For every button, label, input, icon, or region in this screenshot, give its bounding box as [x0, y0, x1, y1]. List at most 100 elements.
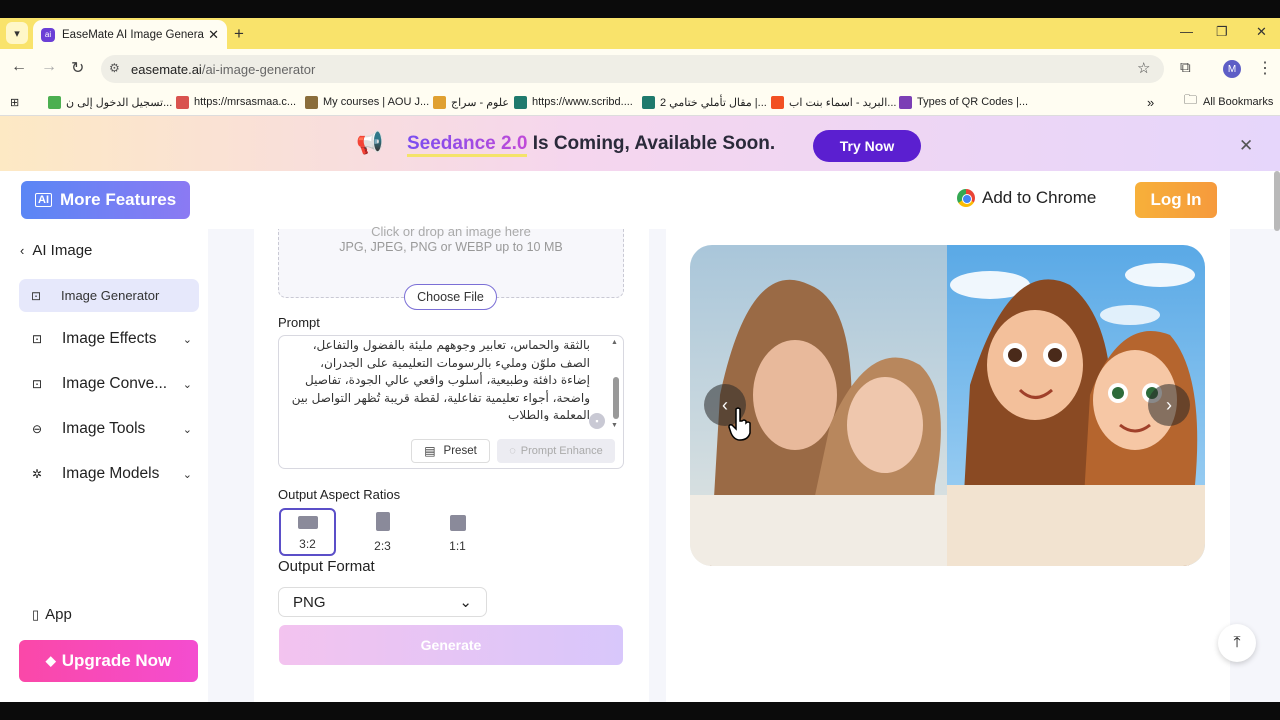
chevron-down-icon: ⌄: [459, 594, 472, 611]
document-icon: ▤: [424, 444, 436, 458]
bookmark-label: https://mrsasmaa.c...: [194, 96, 297, 108]
bookmark-favicon-icon: [642, 95, 655, 109]
promo-banner-text: Seedance 2.0 Is Coming, Available Soon.: [407, 133, 776, 157]
new-tab-button[interactable]: +: [234, 24, 244, 44]
aspect-ratio-option-2-3[interactable]: 2:3: [354, 508, 411, 556]
bookmark-label: مقال تأملي ختامي 2 |...: [660, 96, 767, 109]
output-format-value: PNG: [293, 593, 326, 611]
sidebar-back-ai-image[interactable]: ‹ AI Image: [20, 242, 92, 259]
page-scrollbar-thumb[interactable]: [1274, 171, 1280, 231]
prompt-enhance-button[interactable]: ◌ Prompt Enhance: [497, 439, 615, 463]
add-to-chrome-button[interactable]: Add to Chrome: [957, 188, 1096, 208]
sidebar-app-link[interactable]: ▯ App: [32, 606, 72, 623]
app-label: App: [45, 606, 72, 623]
folder-icon: 🗀: [1184, 92, 1198, 107]
bookmark-item[interactable]: My courses | AOU J...: [305, 92, 429, 112]
output-format-select[interactable]: PNG ⌄: [278, 587, 487, 617]
url-path: /ai-image-generator: [201, 61, 316, 77]
close-window-button[interactable]: ✕: [1256, 24, 1267, 40]
tab-search-dropdown-icon[interactable]: ▾: [6, 22, 28, 44]
bookmark-item[interactable]: https://www.scribd....: [514, 92, 633, 112]
image-converter-icon: ⊡: [32, 377, 43, 391]
aspect-ratio-value: 1:1: [449, 539, 466, 553]
generate-button[interactable]: Generate: [279, 625, 623, 665]
preset-button[interactable]: ▤ Preset: [411, 439, 490, 463]
bookmark-item[interactable]: مقال تأملي ختامي 2 |...: [642, 92, 767, 112]
try-now-button[interactable]: Try Now: [813, 130, 921, 162]
sidebar-back-label: AI Image: [32, 242, 93, 259]
chevron-down-icon: ⌄: [182, 468, 192, 481]
promo-message: Is Coming, Available Soon.: [527, 133, 776, 154]
ai-menu-icon: AI: [35, 193, 52, 207]
bookmark-item[interactable]: تسجيل الدخول إلى ن...: [48, 92, 172, 112]
before-after-example-image: [690, 245, 1205, 566]
forward-arrow-icon[interactable]: →: [41, 58, 57, 76]
chevron-left-icon: ‹: [20, 243, 25, 258]
site-info-icon[interactable]: ⚙: [109, 61, 120, 75]
profile-avatar[interactable]: M: [1223, 60, 1241, 78]
browser-tab-active[interactable]: ai EaseMate AI Image Generator: F ✕: [33, 20, 227, 49]
minimize-window-button[interactable]: —: [1180, 24, 1193, 39]
square-shape-icon: [449, 515, 466, 531]
apps-grid-icon[interactable]: ⊞: [10, 92, 19, 112]
loading-spinner-icon: ◌: [509, 445, 516, 457]
url-domain: easemate.ai: [131, 61, 202, 77]
aspect-ratio-option-3-2[interactable]: 3:2: [279, 508, 336, 556]
restore-window-button[interactable]: ❐: [1216, 24, 1228, 40]
aspect-ratio-value: 2:3: [374, 539, 391, 553]
bookmark-label: https://www.scribd....: [532, 96, 633, 108]
aspect-ratio-value: 3:2: [299, 537, 316, 551]
upgrade-now-button[interactable]: ◆ Upgrade Now: [19, 640, 198, 682]
drop-zone-title: Click or drop an image here: [371, 224, 531, 239]
bookmark-label: البريد - اسماء بنت اب...: [789, 96, 897, 109]
tab-close-icon[interactable]: ✕: [208, 27, 219, 43]
scroll-down-icon[interactable]: ▼: [611, 422, 618, 429]
carousel-next-button[interactable]: ›: [1148, 384, 1190, 426]
diamond-icon: ◆: [45, 653, 56, 668]
back-arrow-icon[interactable]: ←: [11, 58, 27, 76]
bookmark-item[interactable]: البريد - اسماء بنت اب...: [771, 92, 896, 112]
phone-icon: ▯: [32, 607, 40, 622]
megaphone-icon: 📢: [356, 130, 384, 155]
image-generator-icon: ⊡: [31, 288, 42, 303]
tab-title: EaseMate AI Image Generator: F: [62, 28, 204, 41]
bookmark-favicon-icon: [899, 95, 912, 109]
chevron-down-icon: ⌄: [182, 378, 192, 391]
choose-file-button[interactable]: Choose File: [404, 284, 497, 310]
upgrade-label: Upgrade Now: [61, 651, 172, 670]
prompt-label: Prompt: [278, 315, 320, 330]
sidebar-item-image-effects[interactable]: ⊡ Image Effects ⌄: [32, 330, 192, 348]
bookmark-favicon-icon: [48, 95, 61, 109]
bookmark-item[interactable]: https://mrsasmaa.c...: [176, 92, 296, 112]
aspect-ratio-option-1-1[interactable]: 1:1: [429, 508, 486, 556]
image-effects-icon: ⊡: [32, 332, 43, 346]
reload-icon[interactable]: ↻: [71, 58, 84, 78]
bookmark-item[interactable]: Types of QR Codes |...: [899, 92, 1028, 112]
bookmark-star-icon[interactable]: ☆: [1137, 59, 1150, 77]
scroll-to-top-button[interactable]: ⤒: [1218, 624, 1256, 662]
sidebar-item-image-converter[interactable]: ⊡ Image Conve... ⌄: [32, 375, 192, 393]
more-features-button[interactable]: AI More Features: [21, 181, 190, 219]
robot-icon[interactable]: ▪: [589, 413, 605, 429]
sidebar-item-label: Image Effects: [62, 330, 157, 347]
prompt-scrollbar-thumb[interactable]: [613, 377, 619, 419]
example-image-carousel: [690, 245, 1205, 566]
scroll-up-icon[interactable]: ▲: [611, 339, 618, 346]
sidebar-item-image-models[interactable]: ✲ Image Models ⌄: [32, 465, 192, 483]
all-bookmarks-label: All Bookmarks: [1203, 96, 1274, 108]
drop-zone-hint: JPG, JPEG, PNG or WEBP up to 10 MB: [339, 240, 563, 254]
chrome-logo-icon: [957, 189, 975, 207]
banner-close-icon[interactable]: ✕: [1239, 136, 1253, 156]
landscape-shape-icon: [297, 516, 318, 529]
sidebar-item-image-generator[interactable]: ⊡ Image Generator: [19, 279, 199, 312]
extensions-icon[interactable]: ⧉: [1180, 59, 1191, 76]
more-features-label: More Features: [60, 190, 177, 209]
all-bookmarks-button[interactable]: 🗀 All Bookmarks: [1184, 92, 1273, 112]
bookmark-item[interactable]: علوم - سراج: [433, 92, 509, 112]
prompt-text[interactable]: بالثقة والحماس، تعابير وجوههم مليئة بالف…: [290, 337, 590, 421]
sidebar-item-image-tools[interactable]: ⊖ Image Tools ⌄: [32, 420, 192, 438]
more-bookmarks-icon[interactable]: »: [1147, 92, 1154, 112]
address-bar[interactable]: easemate.ai/ai-image-generator: [101, 55, 1164, 83]
login-button[interactable]: Log In: [1135, 182, 1217, 218]
browser-menu-icon[interactable]: ⋮: [1257, 58, 1273, 78]
